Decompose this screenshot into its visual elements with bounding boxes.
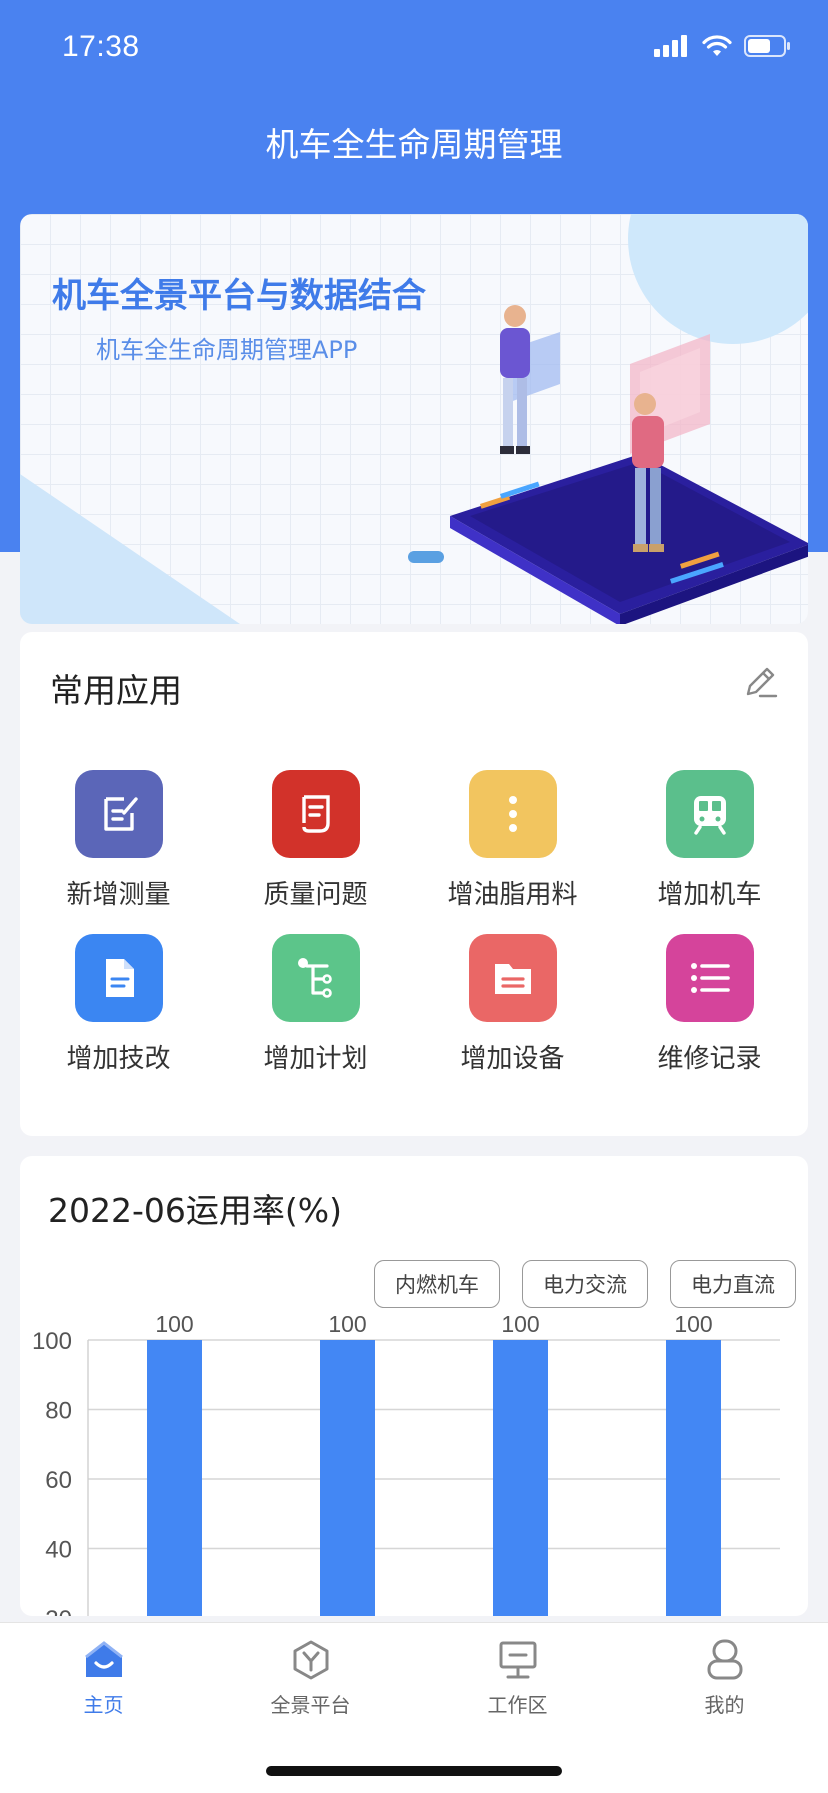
banner-illustration [450, 305, 808, 624]
banner-decor-triangle [20, 474, 240, 624]
data-label: 100 [674, 1311, 712, 1337]
data-label: 100 [155, 1311, 193, 1337]
banner-subtitle: 机车全生命周期管理APP [96, 336, 358, 364]
user-icon [707, 1639, 742, 1680]
status-icons [654, 34, 792, 58]
app-add-locomotive[interactable]: 增加机车 [611, 770, 808, 911]
battery-icon [744, 35, 790, 57]
apps-section-title: 常用应用 [50, 671, 182, 710]
carousel-indicator[interactable] [408, 551, 444, 563]
app-label: 新增测量 [66, 880, 171, 910]
y-tick-label: 20 [45, 1606, 72, 1616]
bar-chart: 100 80 60 40 20 100 100 100 100 [32, 1311, 780, 1616]
app-quality-issue[interactable]: 质量问题 [217, 770, 414, 911]
bar [666, 1340, 721, 1616]
common-apps-card: 常用应用 新增测量 质量问题 增油脂用料 增加机车 增加技改 增加计划 增加设备… [20, 632, 808, 1136]
app-add-equipment[interactable]: 增加设备 [414, 934, 611, 1075]
app-add-plan[interactable]: 增加计划 [217, 934, 414, 1075]
app-label: 增油脂用料 [447, 880, 578, 910]
edit-note-icon [74, 770, 163, 858]
status-time: 17:38 [62, 30, 140, 63]
tab-home[interactable]: 主页 [0, 1639, 207, 1718]
folder-icon [468, 934, 557, 1022]
app-label: 质量问题 [263, 880, 368, 910]
tab-label: 我的 [704, 1693, 745, 1717]
app-maintenance-record[interactable]: 维修记录 [611, 934, 808, 1075]
tab-workspace[interactable]: 工作区 [414, 1639, 621, 1718]
train-icon [665, 770, 754, 858]
tree-icon [271, 934, 360, 1022]
bar [147, 1340, 202, 1616]
document-icon [271, 770, 360, 858]
page-title: 机车全生命周期管理 [265, 125, 563, 164]
home-icon [84, 1641, 123, 1677]
home-indicator [266, 1766, 562, 1776]
app-label: 增加设备 [460, 1044, 565, 1074]
banner-title: 机车全景平台与数据结合 [52, 276, 426, 316]
y-tick-label: 100 [32, 1328, 72, 1355]
tab-mine[interactable]: 我的 [621, 1639, 828, 1718]
app-label: 增加技改 [66, 1044, 171, 1074]
app-label: 维修记录 [657, 1044, 762, 1074]
app-add-grease-material[interactable]: 增油脂用料 [414, 770, 611, 911]
app-new-measurement[interactable]: 新增测量 [20, 770, 217, 911]
cube-icon [293, 1640, 328, 1680]
tab-label: 工作区 [487, 1693, 548, 1717]
more-vertical-icon [468, 770, 557, 858]
file-icon [74, 934, 163, 1022]
pencil-icon[interactable] [740, 662, 780, 702]
tab-label: 全景平台 [270, 1693, 351, 1717]
data-label: 100 [501, 1311, 539, 1337]
app-label: 增加计划 [263, 1044, 368, 1074]
data-label: 100 [328, 1311, 366, 1337]
signal-icon [654, 35, 687, 57]
utilization-chart-card: 2022-06运用率(%) 内燃机车 电力交流 电力直流 10080604020… [20, 1156, 808, 1616]
wifi-icon [702, 35, 732, 56]
y-tick-label: 60 [45, 1467, 72, 1494]
tab-panorama-platform[interactable]: 全景平台 [207, 1639, 414, 1718]
app-add-tech-modification[interactable]: 增加技改 [20, 934, 217, 1075]
bar [320, 1340, 375, 1616]
monitor-icon [499, 1641, 536, 1679]
y-tick-label: 40 [45, 1537, 72, 1564]
banner-carousel[interactable]: 机车全景平台与数据结合 机车全生命周期管理APP [20, 214, 808, 624]
tab-label: 主页 [83, 1693, 124, 1717]
list-icon [665, 934, 754, 1022]
app-label: 增加机车 [657, 880, 762, 910]
status-bar: 17:38 [0, 0, 828, 100]
y-tick-label: 80 [45, 1398, 72, 1425]
bar [493, 1340, 548, 1616]
